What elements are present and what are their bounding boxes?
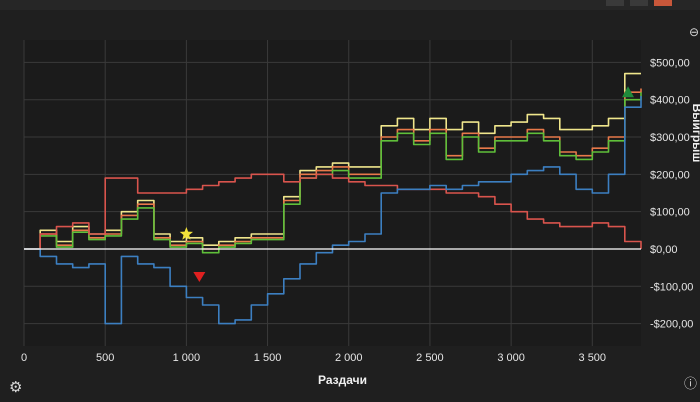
y-tick-label: $500,00 xyxy=(650,57,690,69)
y-tick-label: -$200,00 xyxy=(650,319,693,331)
winnings-chart: 0 500 1 000 1 500 2 000 2 500 3 000 3 500 -$200,… xyxy=(21,40,700,387)
settings-gear-icon[interactable]: ⚙ xyxy=(9,380,22,395)
y-axis-title: Выигрыш xyxy=(690,104,700,163)
x-tick-label: 500 xyxy=(96,352,114,364)
y-tick-label: $0,00 xyxy=(650,244,678,256)
y-tick-label: $400,00 xyxy=(650,95,690,107)
y-tick-label: $200,00 xyxy=(650,169,690,181)
x-tick-label: 2 500 xyxy=(416,352,444,364)
info-icon[interactable]: ⓘ xyxy=(684,377,697,390)
y-tick-label: $100,00 xyxy=(650,207,690,219)
zoom-out-icon[interactable]: ⊖ xyxy=(689,26,699,39)
x-tick-label: 3 500 xyxy=(579,352,607,364)
x-tick-label: 3 000 xyxy=(497,352,525,364)
x-tick-label: 2 000 xyxy=(335,352,363,364)
y-tick-label: $300,00 xyxy=(650,132,690,144)
plot-area xyxy=(24,40,641,346)
x-tick-label: 1 500 xyxy=(254,352,282,364)
y-tick-label: -$100,00 xyxy=(650,281,693,293)
x-axis-title: Раздачи xyxy=(318,373,367,387)
x-tick-label: 1 000 xyxy=(173,352,201,364)
x-tick-label: 0 xyxy=(21,352,27,364)
